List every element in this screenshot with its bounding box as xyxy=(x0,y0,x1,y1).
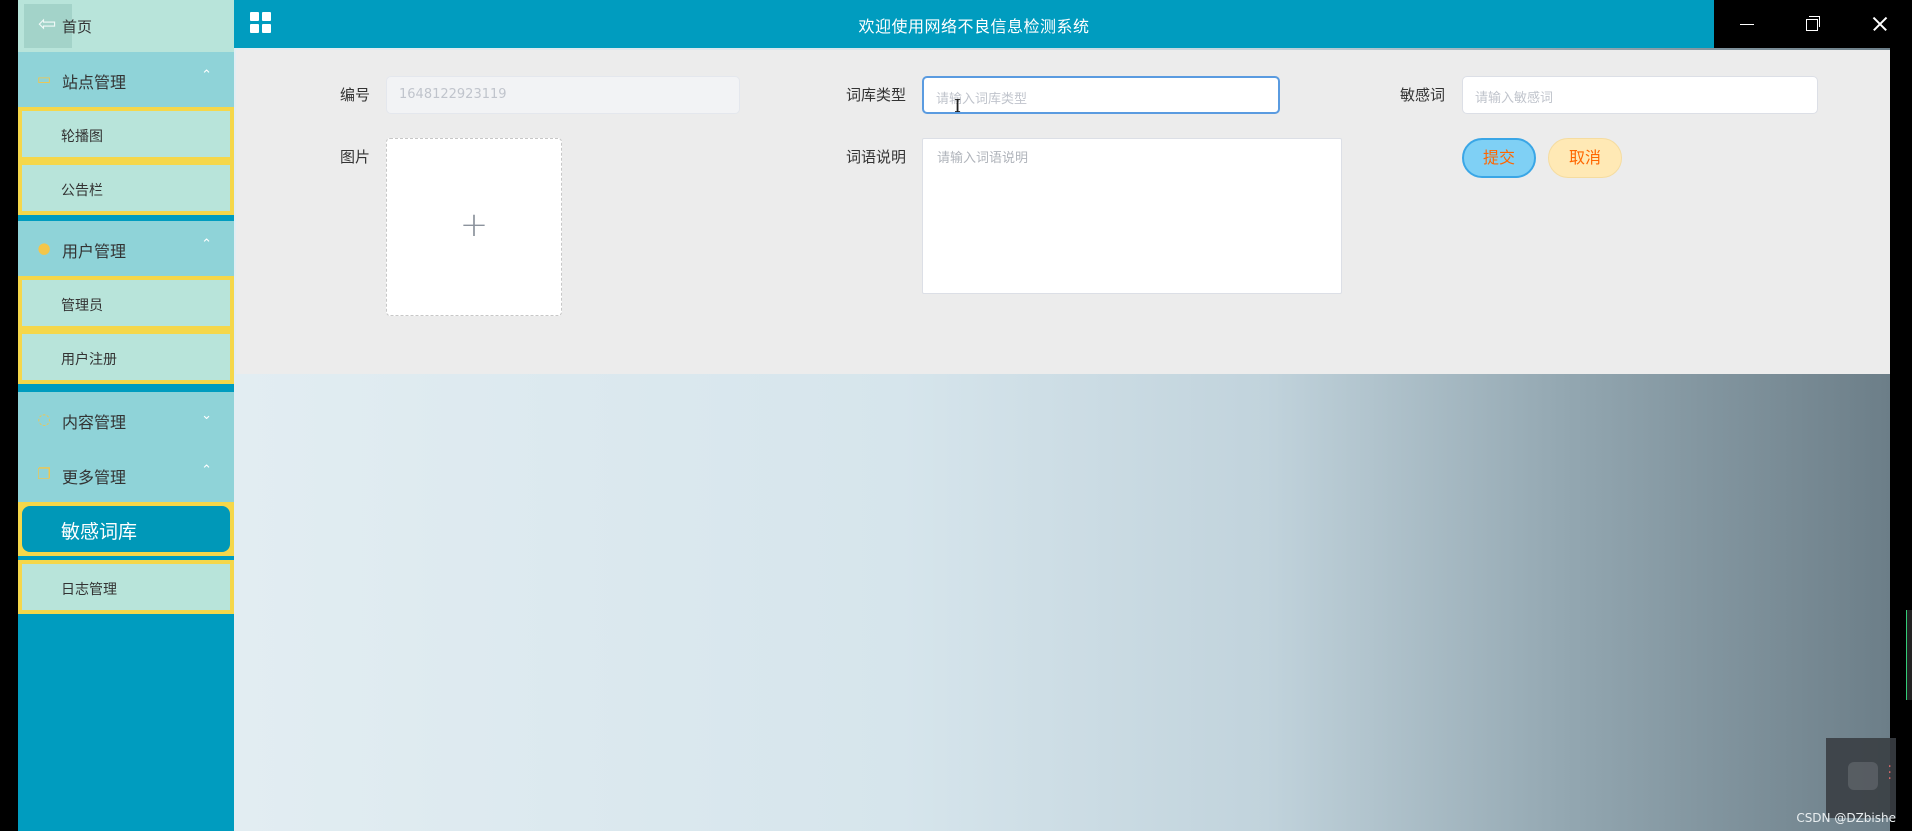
word-type-input[interactable]: 请输入词库类型 xyxy=(922,76,1280,114)
header-bar: 欢迎使用网络不良信息检测系统 xyxy=(234,0,1714,48)
sidebar-item-label: 公告栏 xyxy=(61,183,103,199)
sidebar-item-logs[interactable]: 日志管理 xyxy=(18,560,234,614)
sidebar-group-label: 用户管理 xyxy=(62,242,127,261)
sidebar: ⇦ 首页 ▭ 站点管理 ⌃ 轮播图 公告栏 ● 用户管理 ⌃ 管理员 用户注册 … xyxy=(18,0,234,831)
main-content: 编号 1648122923119 词库类型 请输入词库类型 敏感词 请输入敏感词… xyxy=(234,48,1900,831)
sidebar-item-label: 首页 xyxy=(62,18,93,36)
media-icon xyxy=(1848,762,1878,790)
description-label: 词语说明 xyxy=(846,148,907,166)
sidebar-item-carousel[interactable]: 轮播图 xyxy=(18,107,234,161)
chevron-down-icon: ⌄ xyxy=(201,408,212,423)
sidebar-group-more[interactable]: ❐ 更多管理 ⌃ xyxy=(18,447,234,502)
submit-button[interactable]: 提交 xyxy=(1462,138,1536,178)
sidebar-item-user-register[interactable]: 用户注册 xyxy=(18,330,234,384)
chevron-up-icon: ⌃ xyxy=(201,68,212,83)
chat-icon: ◌ xyxy=(37,410,51,428)
back-arrow-icon: ⇦ xyxy=(38,12,57,37)
edit-form: 编号 1648122923119 词库类型 请输入词库类型 敏感词 请输入敏感词… xyxy=(236,50,1900,374)
user-icon: ● xyxy=(37,239,51,257)
more-icon: · · · xyxy=(1887,759,1892,787)
chevron-up-icon: ⌃ xyxy=(201,237,212,252)
window-left-edge xyxy=(0,0,18,831)
sensitive-word-label: 敏感词 xyxy=(1400,86,1446,104)
id-field: 1648122923119 xyxy=(386,76,740,114)
type-label: 词库类型 xyxy=(846,86,907,104)
sidebar-item-admin[interactable]: 管理员 xyxy=(18,276,234,330)
floating-widget[interactable]: · · · xyxy=(1826,738,1896,818)
sidebar-item-notice[interactable]: 公告栏 xyxy=(18,161,234,215)
sensitive-word-input[interactable]: 请输入敏感词 xyxy=(1462,76,1818,114)
sidebar-item-label: 管理员 xyxy=(61,298,103,314)
app-title: 欢迎使用网络不良信息检测系统 xyxy=(858,17,1090,36)
sidebar-item-label: 轮播图 xyxy=(61,129,103,145)
cancel-button[interactable]: 取消 xyxy=(1548,138,1622,178)
sidebar-group-content[interactable]: ◌ 内容管理 ⌄ xyxy=(18,392,234,447)
window-right-edge xyxy=(1890,48,1900,831)
sidebar-group-users[interactable]: ● 用户管理 ⌃ xyxy=(18,221,234,276)
restore-button[interactable] xyxy=(1780,0,1846,48)
sidebar-item-label: 用户注册 xyxy=(61,352,117,368)
chevron-up-icon: ⌃ xyxy=(201,463,212,478)
close-button[interactable] xyxy=(1846,0,1912,48)
sidebar-group-label: 站点管理 xyxy=(62,73,127,92)
sidebar-item-sensitive-words[interactable]: 敏感词库 xyxy=(18,502,234,556)
watermark: CSDN @DZbishe xyxy=(1796,811,1896,825)
monitor-icon: ▭ xyxy=(36,70,52,88)
minimize-button[interactable] xyxy=(1714,0,1780,48)
image-label: 图片 xyxy=(340,148,371,166)
text-cursor-icon: I xyxy=(954,96,962,117)
sidebar-item-label: 日志管理 xyxy=(61,582,117,598)
edge-handle[interactable] xyxy=(1906,610,1912,700)
sidebar-group-label: 更多管理 xyxy=(62,468,127,487)
plus-icon: + xyxy=(459,205,489,245)
window-controls xyxy=(1714,0,1912,48)
copy-icon: ❐ xyxy=(37,465,51,483)
sidebar-group-label: 内容管理 xyxy=(62,413,127,432)
description-textarea[interactable]: 请输入词语说明 xyxy=(922,138,1342,294)
sidebar-group-site[interactable]: ▭ 站点管理 ⌃ xyxy=(18,52,234,107)
image-upload[interactable]: + xyxy=(386,138,562,316)
id-label: 编号 xyxy=(340,86,371,104)
sidebar-item-home[interactable]: ⇦ 首页 xyxy=(18,0,234,52)
sidebar-item-label: 敏感词库 xyxy=(61,521,138,543)
